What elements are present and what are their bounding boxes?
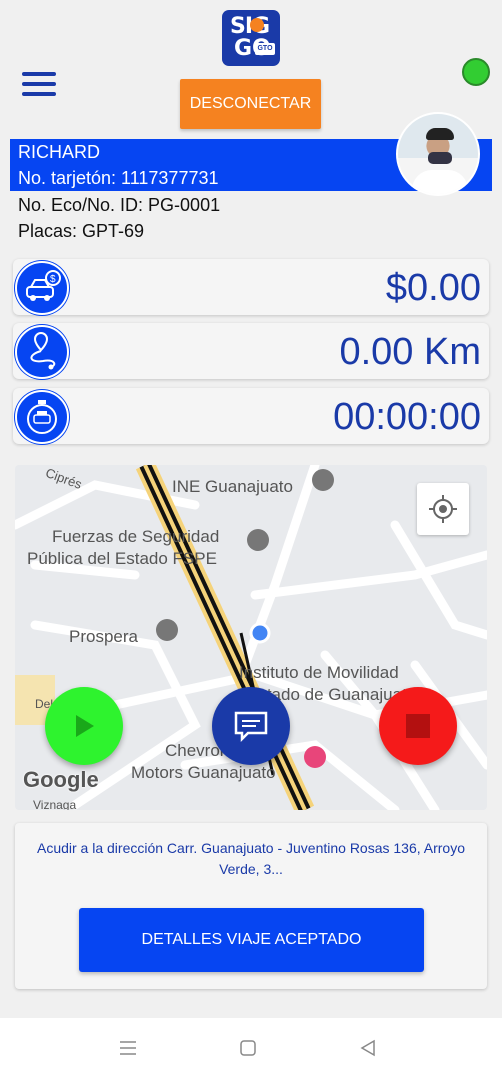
- stop-trip-button[interactable]: [379, 687, 457, 765]
- hamburger-menu-icon[interactable]: [22, 72, 56, 98]
- map-label-fspe-1: Fuerzas de Seguridad: [52, 527, 220, 546]
- logo-badge: GTO: [255, 43, 275, 55]
- chat-button[interactable]: [212, 687, 290, 765]
- google-attribution: Google: [23, 767, 99, 792]
- eco-id: No. Eco/No. ID: PG-0001: [18, 195, 221, 215]
- driver-card-number: No. tarjetón: 1117377731: [18, 168, 219, 188]
- app-logo: SIG GO GTO: [222, 10, 280, 66]
- disconnect-button[interactable]: DESCONECTAR: [180, 79, 321, 129]
- play-icon: [76, 715, 94, 737]
- stop-icon: [406, 714, 430, 738]
- start-trip-button[interactable]: [45, 687, 123, 765]
- map-label-fspe-2: Pública del Estado FSPE: [27, 549, 217, 568]
- fare-value: $0.00: [385, 267, 481, 309]
- distance-value: 0.00 Km: [339, 331, 481, 373]
- taxi-fare-icon: $: [15, 261, 69, 315]
- route-pin-icon: [15, 325, 69, 379]
- connection-status-indicator: [462, 58, 490, 86]
- logo-dot: [250, 18, 264, 32]
- svg-text:$: $: [50, 274, 56, 285]
- trip-details-button[interactable]: DETALLES VIAJE ACEPTADO: [79, 908, 424, 972]
- time-value: 00:00:00: [333, 396, 481, 438]
- driver-avatar: [396, 112, 480, 196]
- crosshair-icon: [429, 495, 457, 523]
- fare-metric: $ $0.00: [13, 259, 489, 315]
- driver-name: RICHARD: [18, 142, 101, 162]
- map-label-instituto-1: Instituto de Movilidad: [239, 663, 399, 682]
- chat-bubble-icon: [234, 711, 268, 743]
- map-label-ine: INE Guanajuato: [172, 477, 293, 496]
- back-icon[interactable]: [354, 1034, 382, 1062]
- map-label-chevrolet-2: Motors Guanajuato: [131, 763, 276, 782]
- map-label-vizn: Viznaga: [33, 798, 77, 810]
- home-icon[interactable]: [234, 1034, 262, 1062]
- recent-apps-icon[interactable]: [114, 1034, 142, 1062]
- my-location-button[interactable]: [417, 483, 469, 535]
- map-label-prospera: Prospera: [69, 627, 138, 646]
- vehicle-plates: Placas: GPT-69: [18, 221, 145, 241]
- time-metric: 00:00:00: [13, 388, 489, 444]
- distance-metric: 0.00 Km: [13, 323, 489, 379]
- destination-address: Acudir a la dirección Carr. Guanajuato -…: [36, 840, 465, 877]
- taxi-timer-icon: [15, 390, 69, 444]
